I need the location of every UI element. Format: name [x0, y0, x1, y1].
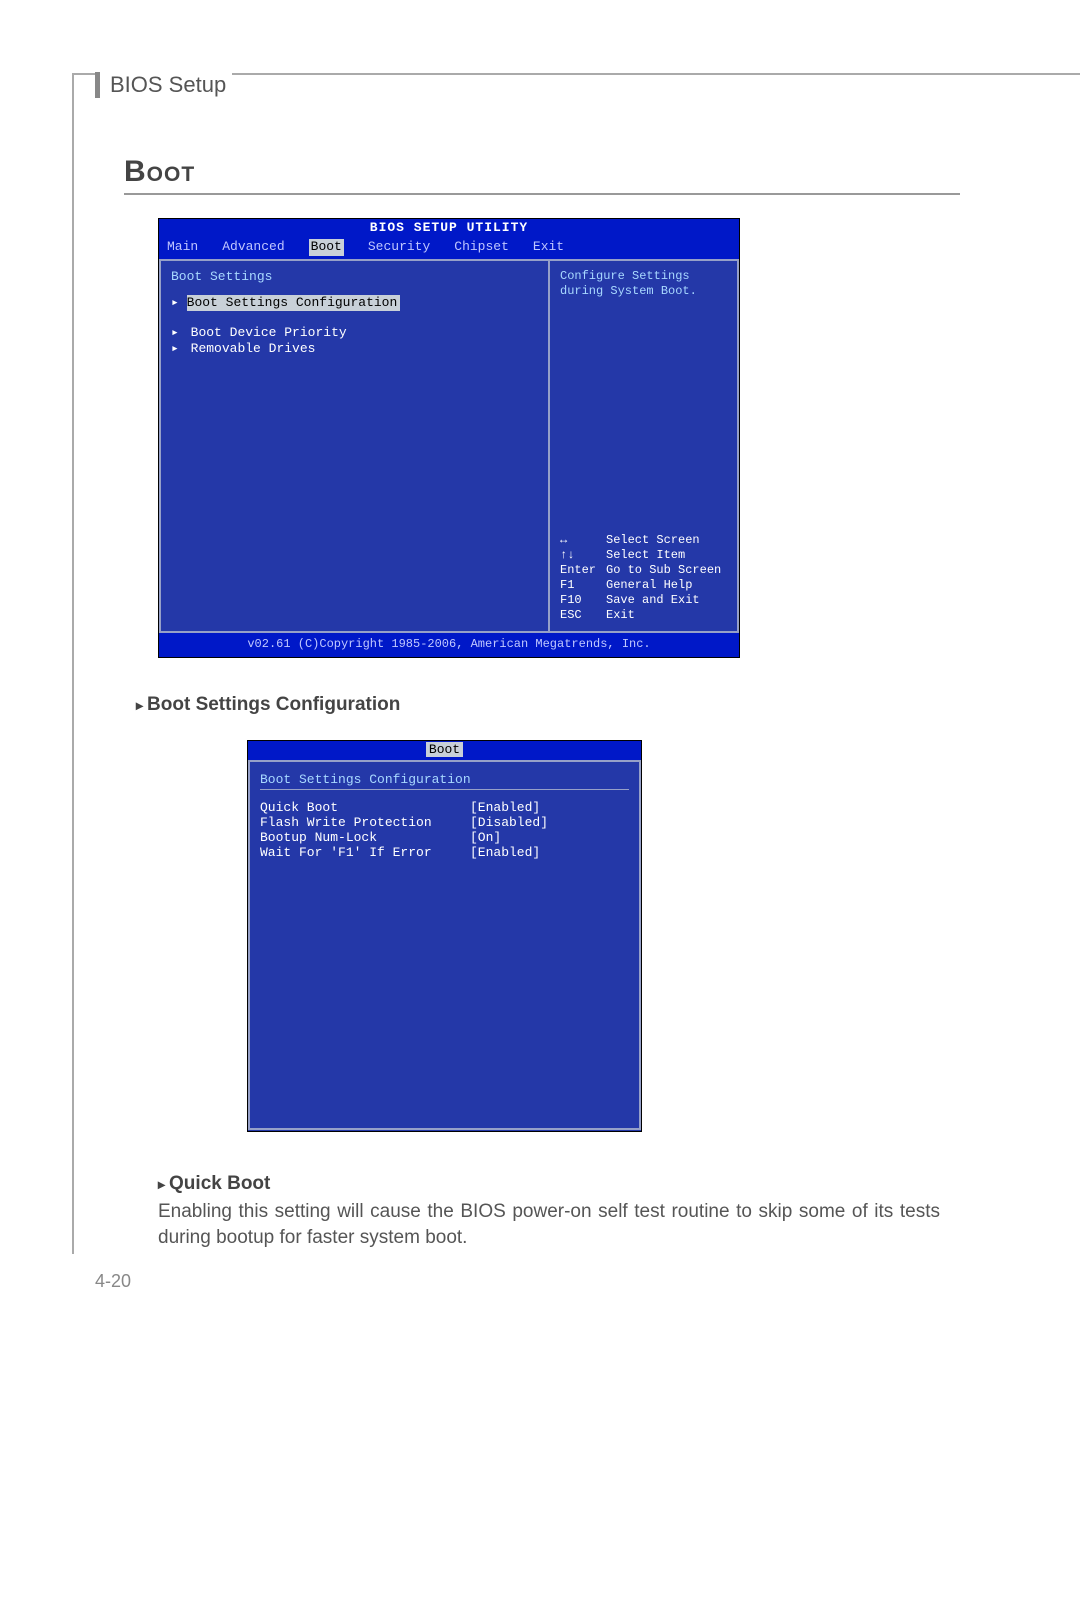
row-wait-for-f1[interactable]: Wait For 'F1' If Error [Enabled] — [260, 845, 629, 860]
caret-icon: ▸ — [171, 341, 187, 356]
nav-help: ↔Select Screen ↑↓Select Item EnterGo to … — [560, 533, 727, 623]
chapter-title: BIOS Setup — [110, 72, 226, 98]
bios-utility-title: BIOS SETUP UTILITY — [159, 219, 739, 238]
header-mark-icon — [95, 72, 100, 98]
section-title: Boot — [124, 155, 960, 189]
key-updown-icon: ↑↓ — [560, 548, 606, 563]
bios2-heading: Boot Settings Configuration — [260, 772, 629, 787]
row-bootup-num-lock[interactable]: Bootup Num-Lock [On] — [260, 830, 629, 845]
section-heading: Boot — [124, 155, 960, 195]
triangle-icon: ▸ — [136, 697, 143, 713]
triangle-icon: ▸ — [158, 1176, 165, 1192]
chapter-header: BIOS Setup — [95, 71, 232, 99]
menu-item-boot-device-priority[interactable]: ▸ Boot Device Priority — [171, 325, 538, 341]
tab-advanced[interactable]: Advanced — [222, 239, 284, 255]
bios2-tab-bar: Boot — [248, 741, 641, 760]
caret-icon: ▸ — [171, 295, 187, 310]
caption-quick-boot: ▸Quick Boot — [158, 1173, 270, 1195]
bios-body: Boot Settings ▸ Boot Settings Configurat… — [159, 259, 739, 633]
caret-icon: ▸ — [171, 325, 187, 340]
section-rule — [124, 193, 960, 195]
bios-tab-bar: Main Advanced Boot Security Chipset Exit — [159, 238, 739, 258]
tab-security[interactable]: Security — [368, 239, 430, 255]
menu-item-boot-settings-config[interactable]: ▸ Boot Settings Configuration — [171, 295, 538, 311]
tab-main[interactable]: Main — [167, 239, 198, 255]
row-quick-boot[interactable]: Quick Boot [Enabled] — [260, 800, 629, 815]
tab-exit[interactable]: Exit — [533, 239, 564, 255]
help-text: Configure Settings during System Boot. — [560, 269, 727, 299]
menu-item-removable-drives[interactable]: ▸ Removable Drives — [171, 341, 538, 357]
boot-settings-heading: Boot Settings — [171, 269, 538, 285]
bios2-body: Boot Settings Configuration Quick Boot [… — [248, 760, 641, 1130]
row-flash-write-protection[interactable]: Flash Write Protection [Disabled] — [260, 815, 629, 830]
tab-chipset[interactable]: Chipset — [454, 239, 509, 255]
bios-screenshot-main: BIOS SETUP UTILITY Main Advanced Boot Se… — [158, 218, 740, 658]
key-leftright-icon: ↔ — [560, 533, 606, 548]
bios-left-pane: Boot Settings ▸ Boot Settings Configurat… — [159, 259, 549, 633]
bios-copyright: v02.61 (C)Copyright 1985-2006, American … — [159, 633, 739, 657]
page-number: 4-20 — [95, 1271, 131, 1292]
quick-boot-description: Enabling this setting will cause the BIO… — [158, 1199, 940, 1250]
bios-screenshot-subscreen: Boot Boot Settings Configuration Quick B… — [247, 740, 642, 1132]
tab-boot-sub[interactable]: Boot — [426, 742, 463, 757]
bios-right-pane: Configure Settings during System Boot. ↔… — [549, 259, 739, 633]
tab-boot[interactable]: Boot — [309, 239, 344, 255]
caption-boot-settings-config: ▸Boot Settings Configuration — [136, 694, 400, 716]
bios2-rule — [260, 789, 629, 790]
